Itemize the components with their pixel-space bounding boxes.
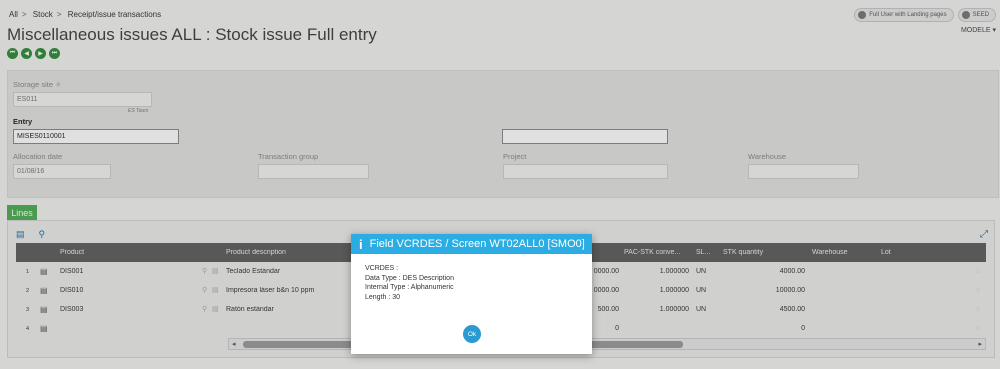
dialog-line: Internal Type : Alphanumeric [365,284,454,292]
dialog-line: VCRDES : [365,265,399,272]
dialog-line: Data Type : DES Description [365,274,454,282]
dialog-header: i Field VCRDES / Screen WT02ALL0 [SMO0] [351,234,592,254]
field-info-dialog: i Field VCRDES / Screen WT02ALL0 [SMO0] … [351,234,592,354]
dialog-body: VCRDES : Data Type : DES Description Int… [351,254,592,302]
info-icon: i [359,236,363,252]
dialog-title: Field VCRDES / Screen WT02ALL0 [SMO0] [369,238,585,250]
dialog-line: Length : 30 [365,293,401,301]
ok-button[interactable]: Ok [463,325,481,343]
